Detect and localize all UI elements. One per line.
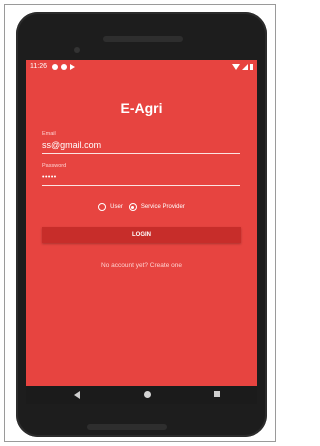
- android-nav-bar: [26, 386, 257, 404]
- login-button[interactable]: LOGIN: [42, 227, 241, 243]
- password-field[interactable]: [42, 174, 240, 181]
- radio-service-provider[interactable]: [128, 203, 137, 211]
- home-icon[interactable]: [144, 391, 151, 398]
- status-icons-right: [232, 60, 253, 74]
- radio-service-provider-label[interactable]: Service Provider: [141, 204, 185, 210]
- password-underline: [42, 185, 240, 186]
- password-label: Password: [42, 163, 67, 169]
- play-icon: [70, 64, 75, 70]
- front-camera: [74, 47, 80, 53]
- app-screen: 11:26 E-Agri Email Password User Service…: [26, 60, 257, 386]
- wifi-icon: [232, 64, 240, 70]
- radio-user[interactable]: [98, 203, 107, 211]
- app-title: E-Agri: [120, 100, 163, 116]
- status-bar: 11:26: [26, 60, 257, 74]
- signal-icon: [242, 64, 248, 70]
- radio-user-label[interactable]: User: [110, 204, 123, 210]
- email-field[interactable]: [42, 140, 240, 150]
- battery-icon: [250, 64, 253, 70]
- status-time: 11:26: [30, 63, 47, 70]
- bottom-speaker: [87, 424, 167, 430]
- email-underline: [42, 153, 240, 154]
- sync-icon: [61, 64, 67, 70]
- recent-apps-icon[interactable]: [214, 391, 220, 397]
- settings-icon: [52, 64, 58, 70]
- back-icon[interactable]: [74, 391, 80, 399]
- status-icons-left: [52, 60, 75, 74]
- role-radio-group: User Service Provider: [26, 203, 257, 211]
- email-label: Email: [42, 131, 56, 137]
- top-speaker: [103, 36, 183, 42]
- create-account-link[interactable]: No account yet? Create one: [26, 262, 257, 269]
